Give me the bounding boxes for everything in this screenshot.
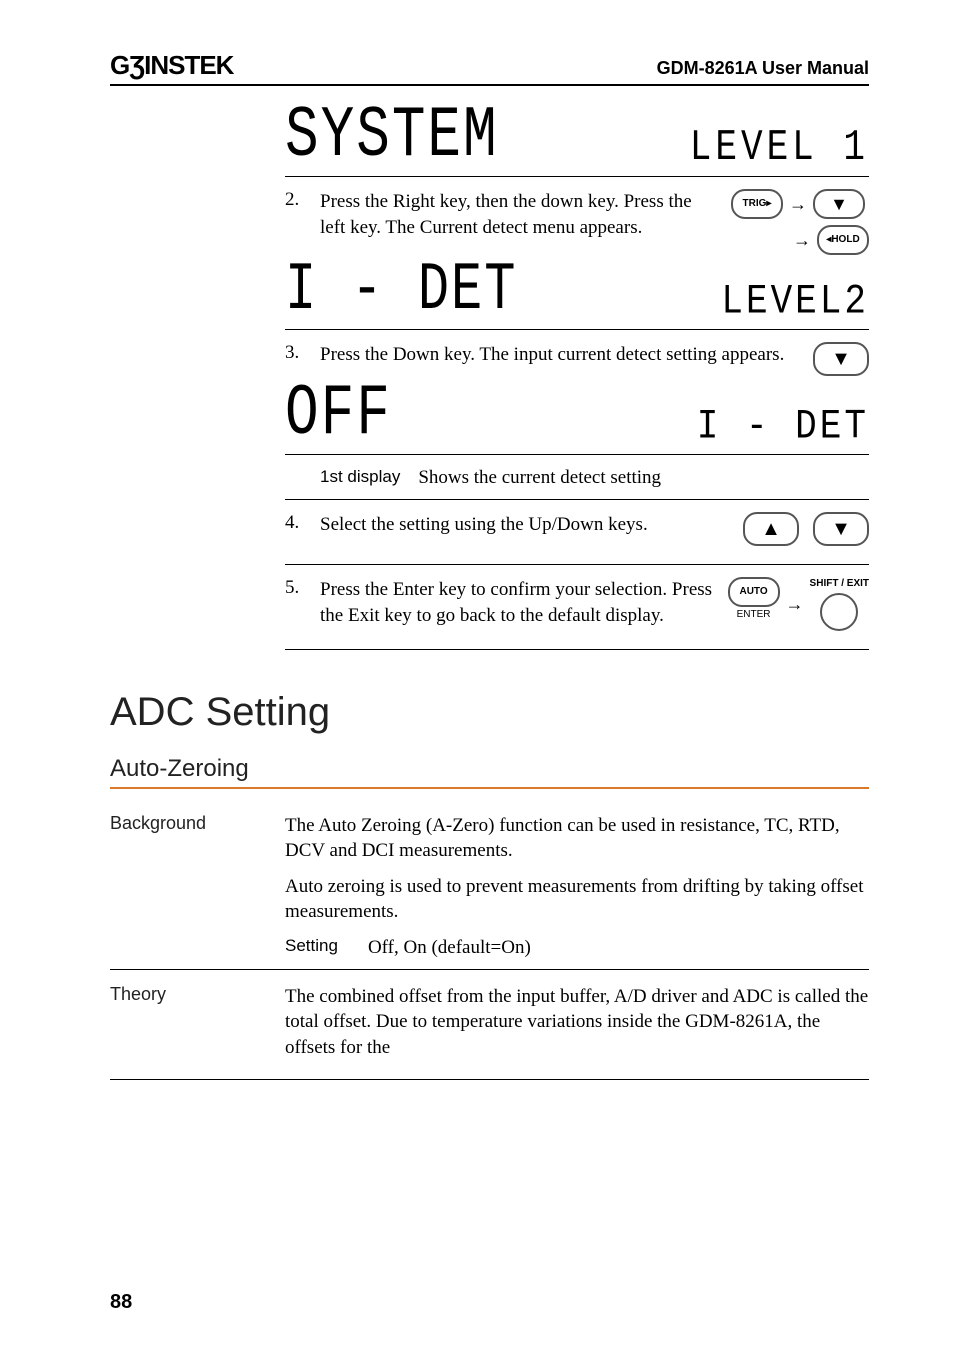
step-number: 2. xyxy=(285,189,320,255)
step-3: 3. Press the Down key. The input current… xyxy=(285,342,869,376)
lcd-level2: LEVEL2 xyxy=(721,278,869,325)
setting-value: Off, On (default=On) xyxy=(368,935,531,961)
lcd-system: SYSTEM xyxy=(285,99,499,172)
step-5: 5. Press the Enter key to confirm your s… xyxy=(285,577,869,631)
step-keys: AUTO ENTER → SHIFT / EXIT xyxy=(728,577,869,631)
divider xyxy=(285,499,869,500)
theory-body: The combined offset from the input buffe… xyxy=(285,984,869,1071)
setting-label: Setting xyxy=(285,935,338,961)
page-number: 88 xyxy=(110,1291,132,1314)
background-body: The Auto Zeroing (A-Zero) function can b… xyxy=(285,813,869,961)
lcd-row-system: SYSTEM LEVEL 1 xyxy=(285,116,869,172)
down-key-icon: ▼ xyxy=(813,512,869,546)
section-title: ADC Setting xyxy=(110,690,869,735)
step-keys: TRIG▸ → ▼ → ◂HOLD xyxy=(731,189,869,255)
display-text: Shows the current detect setting xyxy=(418,467,661,489)
setting-row: Setting Off, On (default=On) xyxy=(285,935,869,961)
divider xyxy=(285,329,869,330)
display-label: 1st display xyxy=(320,467,400,489)
step-keys: ▼ xyxy=(813,342,869,376)
background-block: Background The Auto Zeroing (A-Zero) fun… xyxy=(110,813,869,961)
theory-label: Theory xyxy=(110,984,285,1071)
display-note: 1st display Shows the current detect set… xyxy=(320,467,869,489)
step-number: 5. xyxy=(285,577,320,631)
hold-key-icon: ◂HOLD xyxy=(817,225,869,255)
arrow-icon: → xyxy=(784,592,806,616)
page-header: GƷINSTEK GDM-8261A User Manual xyxy=(110,50,869,86)
arrow-icon: → xyxy=(791,228,813,252)
lcd-level1: LEVEL 1 xyxy=(690,123,869,172)
step-text: Press the Enter key to confirm your sele… xyxy=(320,577,716,631)
lcd-row-idet: I - DET LEVEL2 xyxy=(285,273,869,325)
manual-title: GDM-8261A User Manual xyxy=(657,58,869,79)
subsection-title: Auto-Zeroing xyxy=(110,755,869,789)
enter-key-icon: AUTO ENTER xyxy=(728,577,780,622)
step-text: Select the setting using the Up/Down key… xyxy=(320,512,731,546)
lcd-idet-small: I - DET xyxy=(697,403,869,450)
lcd-idet: I - DET xyxy=(285,257,517,325)
divider xyxy=(285,649,869,650)
shift-label: SHIFT / EXIT xyxy=(810,577,869,591)
down-key-icon: ▼ xyxy=(813,342,869,376)
trig-key-icon: TRIG▸ xyxy=(731,189,783,219)
step-number: 3. xyxy=(285,342,320,376)
down-key-icon: ▼ xyxy=(813,189,865,219)
main-content: SYSTEM LEVEL 1 2. Press the Right key, t… xyxy=(285,116,869,650)
divider xyxy=(110,969,869,970)
step-text: Press the Down key. The input current de… xyxy=(320,342,801,376)
up-key-icon: ▲ xyxy=(743,512,799,546)
step-4: 4. Select the setting using the Up/Down … xyxy=(285,512,869,546)
step-number: 4. xyxy=(285,512,320,546)
step-2: 2. Press the Right key, then the down ke… xyxy=(285,189,869,255)
enter-label: ENTER xyxy=(737,608,771,622)
background-label: Background xyxy=(110,813,285,961)
lcd-row-off: OFF I - DET xyxy=(285,394,869,450)
step-text: Press the Right key, then the down key. … xyxy=(320,189,719,255)
divider xyxy=(110,1079,869,1080)
lcd-off: OFF xyxy=(285,377,392,450)
shift-key-block: SHIFT / EXIT xyxy=(810,577,869,631)
divider xyxy=(285,564,869,565)
auto-label: AUTO xyxy=(728,577,780,607)
brand-logo: GƷINSTEK xyxy=(110,50,233,81)
background-p2: Auto zeroing is used to prevent measurem… xyxy=(285,874,869,925)
step-keys: ▲ ▼ xyxy=(743,512,869,546)
theory-p1: The combined offset from the input buffe… xyxy=(285,984,869,1061)
arrow-icon: → xyxy=(787,192,809,216)
background-p1: The Auto Zeroing (A-Zero) function can b… xyxy=(285,813,869,864)
shift-key-icon xyxy=(820,593,858,631)
theory-block: Theory The combined offset from the inpu… xyxy=(110,984,869,1071)
